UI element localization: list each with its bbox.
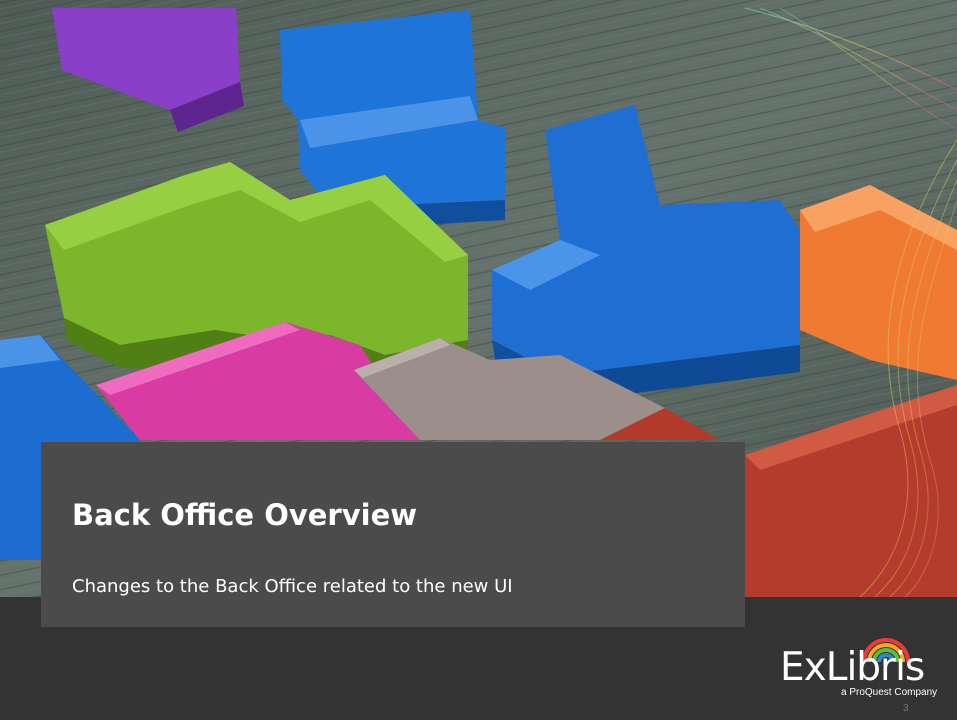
slide-title: Back Office Overview	[72, 498, 418, 532]
slide-subtitle: Changes to the Back Office related to th…	[72, 576, 513, 597]
exlibris-logo: ExLibris a ProQuest Company	[780, 636, 952, 710]
logo-tagline: a ProQuest Company	[841, 687, 938, 698]
title-panel: Back Office Overview Changes to the Back…	[41, 442, 745, 627]
slide: Back Office Overview Changes to the Back…	[0, 0, 957, 720]
slide-number: 3	[903, 703, 909, 714]
logo-wordmark: ExLibris	[780, 645, 925, 690]
